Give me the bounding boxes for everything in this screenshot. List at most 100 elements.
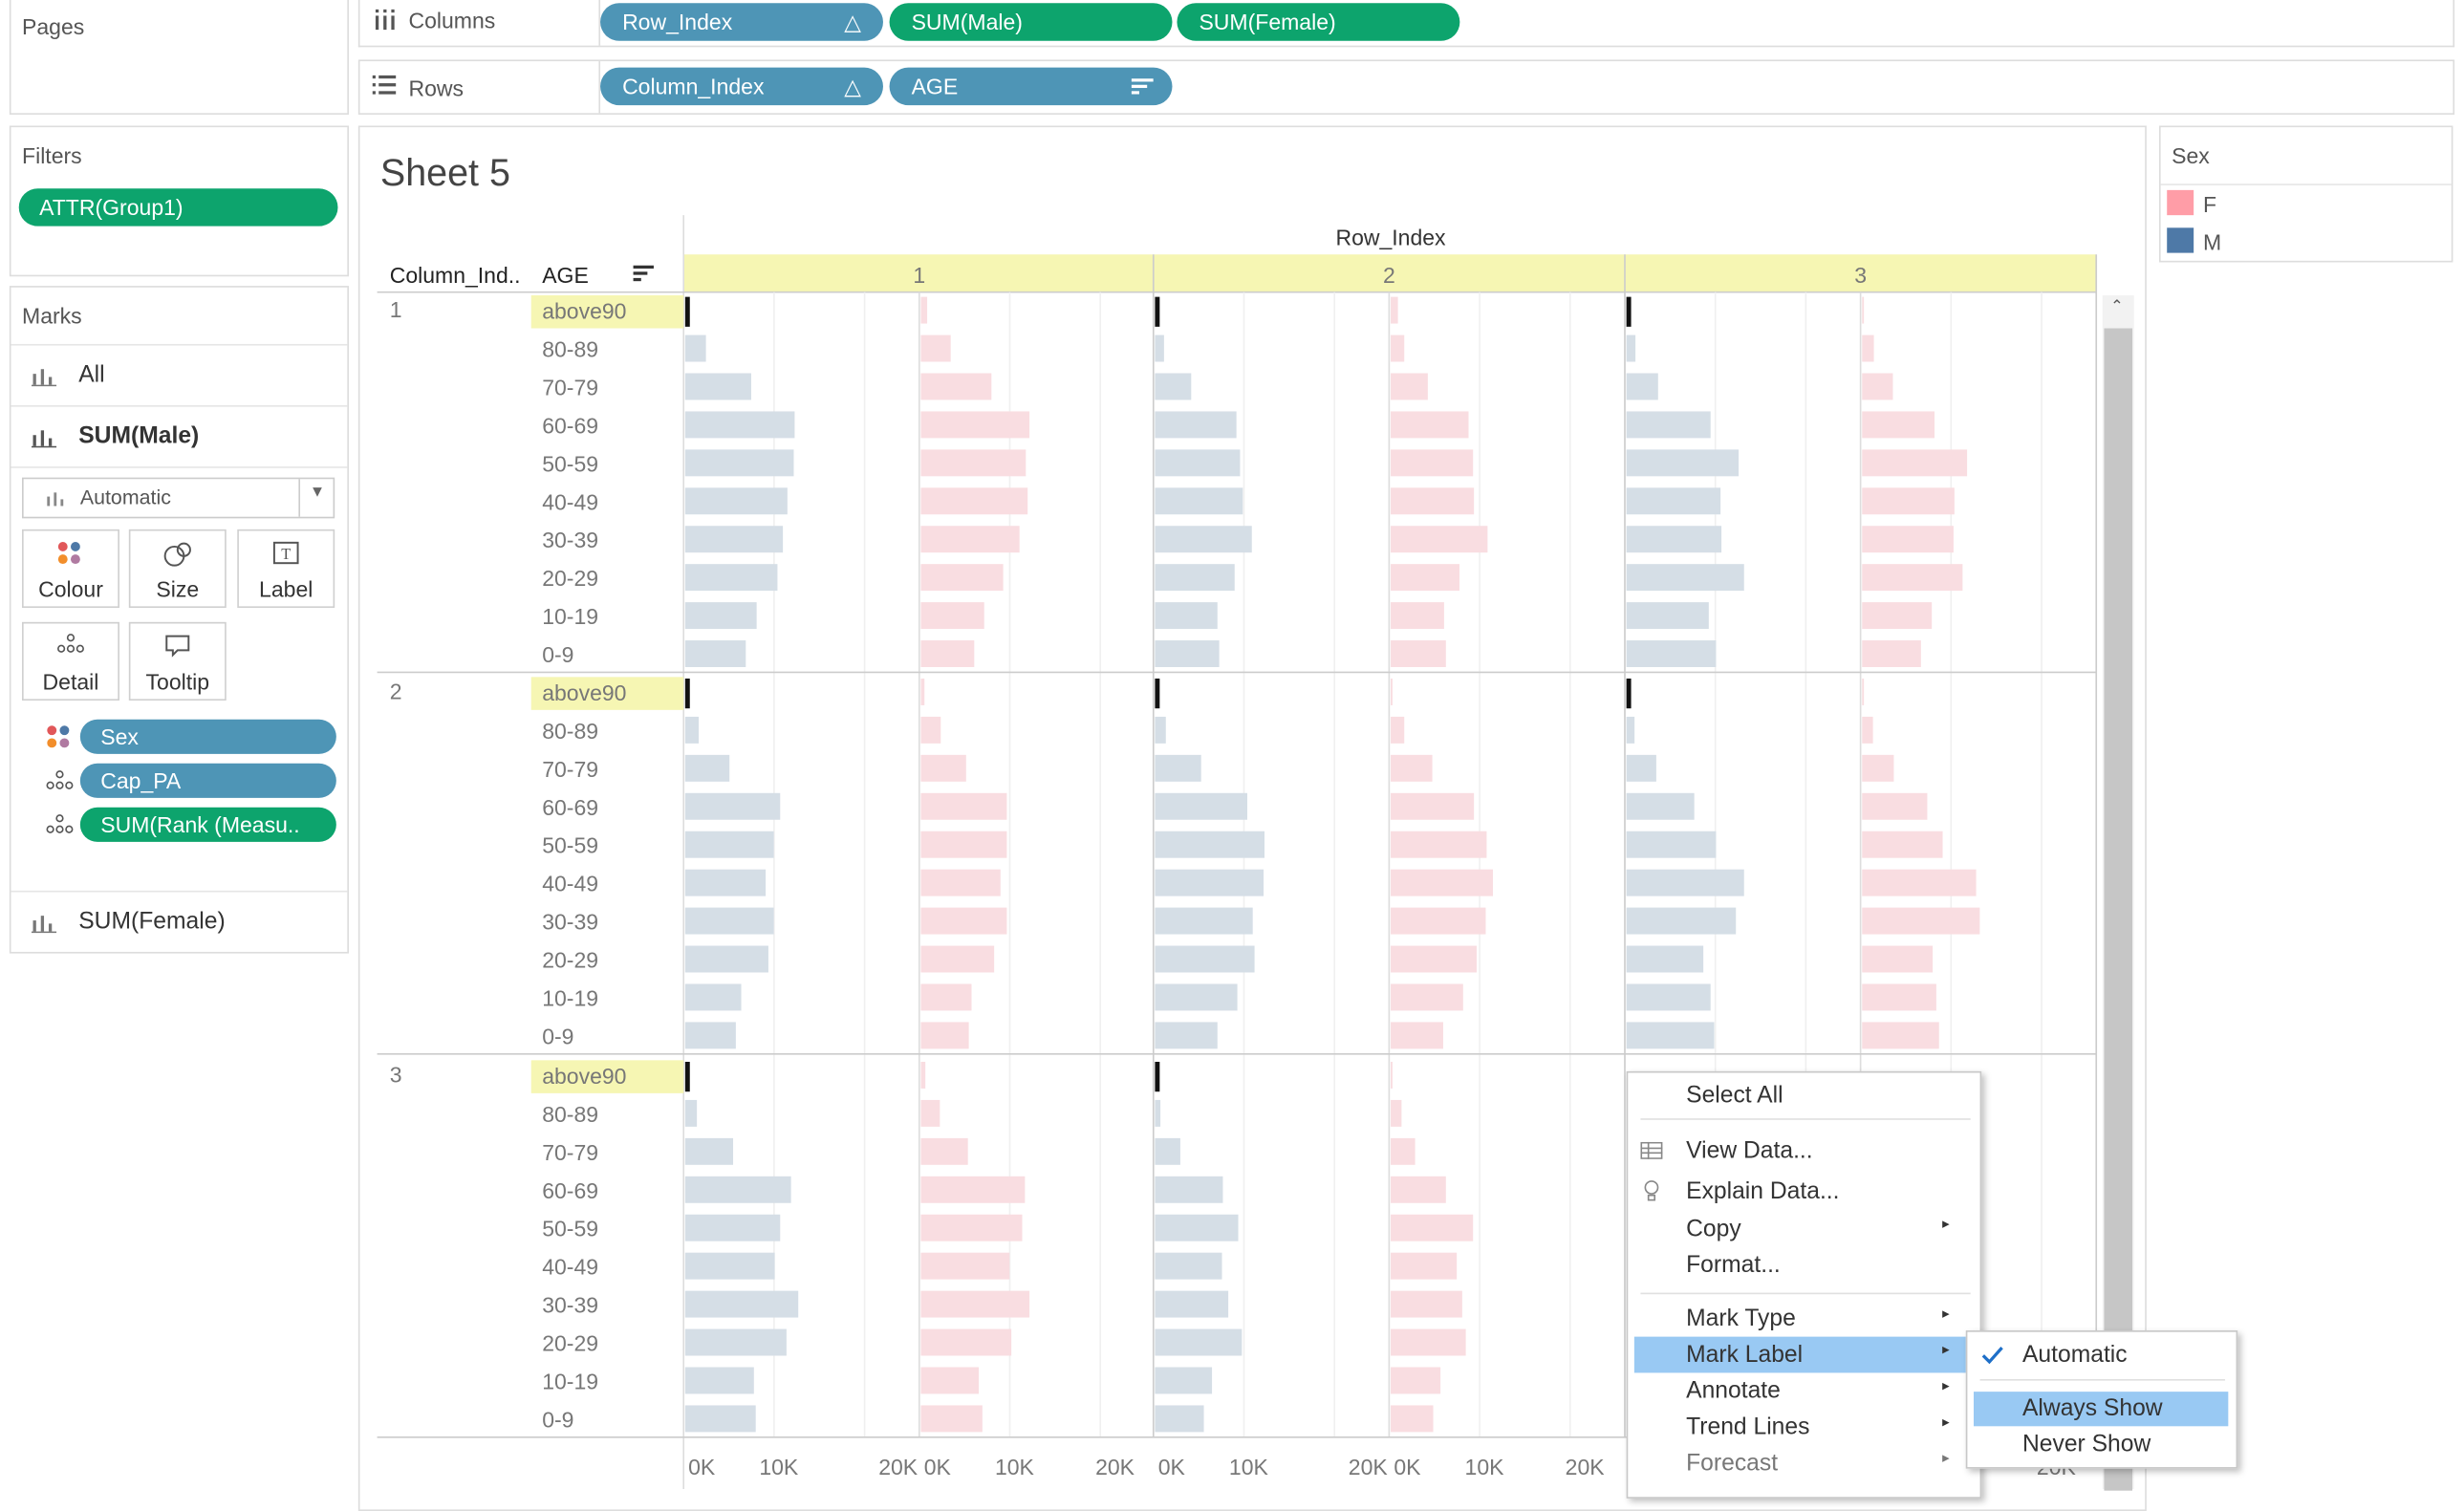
menu-format-label: Format... (1686, 1251, 1781, 1279)
age-label: 50-59 (542, 1217, 598, 1241)
male-bar (684, 792, 781, 820)
female-bar (920, 945, 995, 973)
female-bar (1862, 945, 1934, 973)
male-bar (1155, 411, 1237, 439)
mark-label-submenu: Automatic Always Show Never Show (1965, 1330, 2238, 1469)
scrollbar-thumb[interactable] (2104, 328, 2133, 1491)
male-bar (684, 831, 774, 858)
male-bar (1626, 335, 1636, 362)
male-bar (684, 1137, 734, 1165)
female-bar (1391, 754, 1433, 782)
male-bar (684, 1405, 756, 1433)
menu-mark-label[interactable]: Mark Label ▸ (1633, 1336, 1968, 1373)
age-label: 0-9 (542, 1407, 573, 1432)
male-bar (1626, 869, 1744, 896)
female-bar (1862, 449, 1968, 477)
female-bar (920, 1099, 940, 1127)
row-header-1: 1 (390, 297, 402, 322)
female-bar (920, 907, 1007, 935)
male-bar (1155, 678, 1160, 709)
female-bar (920, 373, 992, 400)
axis-tick-label: 20K (1349, 1455, 1389, 1479)
submenu-automatic[interactable]: Automatic (2022, 1342, 2128, 1369)
menu-annotate[interactable]: Annotate ▸ (1628, 1372, 1979, 1409)
female-bar (1391, 411, 1469, 439)
female-bar (1862, 983, 1936, 1011)
menu-mark-type[interactable]: Mark Type ▸ (1628, 1301, 1979, 1337)
age-label: 40-49 (542, 489, 598, 514)
female-bar (1862, 678, 1865, 705)
male-bar (684, 1214, 781, 1241)
female-bar (1391, 1328, 1466, 1356)
female-bar (1862, 411, 1935, 439)
male-bar (684, 296, 690, 327)
female-bar (1391, 296, 1398, 324)
axis-tick-label: 0K (924, 1455, 952, 1479)
female-bar (920, 602, 984, 630)
menu-forecast[interactable]: Forecast ▸ (1628, 1445, 1979, 1481)
scroll-up-icon[interactable]: ⌃ (2110, 298, 2124, 315)
menu-trend-lines[interactable]: Trend Lines ▸ (1628, 1409, 1979, 1445)
submenu-always-show[interactable]: Always Show (1973, 1392, 2229, 1427)
age-label: 30-39 (542, 910, 598, 935)
submenu-never-show[interactable]: Never Show (2022, 1431, 2151, 1457)
age-label: 30-39 (542, 528, 598, 552)
axis-tick-label: 0K (688, 1455, 716, 1479)
female-bar (1391, 487, 1475, 515)
submenu-arrow-icon: ▸ (1942, 1414, 1950, 1430)
row-header-3: 3 (390, 1062, 402, 1087)
female-bar (920, 1176, 1026, 1203)
female-bar (920, 1022, 969, 1049)
age-label: 40-49 (542, 1255, 598, 1280)
menu-copy[interactable]: Copy ▸ (1628, 1211, 1979, 1247)
male-bar (684, 869, 767, 896)
menu-select-all-label: Select All (1686, 1082, 1783, 1110)
axis-tick-label: 10K (1465, 1455, 1505, 1479)
menu-explain-data[interactable]: Explain Data... (1628, 1174, 1979, 1210)
male-bar (684, 1022, 736, 1049)
menu-forecast-label: Forecast (1686, 1449, 1779, 1477)
age-label: 10-19 (542, 1370, 598, 1394)
axis-tick-label: 0K (1394, 1455, 1421, 1479)
male-bar (1155, 487, 1243, 515)
female-bar (1391, 1099, 1402, 1127)
lightbulb-icon (1644, 1180, 1659, 1201)
menu-explain-data-label: Explain Data... (1686, 1177, 1840, 1205)
menu-format[interactable]: Format... (1628, 1247, 1979, 1284)
male-bar (1626, 945, 1704, 973)
male-bar (684, 1099, 698, 1127)
row-header-2: 2 (390, 679, 402, 703)
male-bar (684, 373, 751, 400)
female-bar (920, 983, 972, 1011)
female-bar (1391, 1062, 1393, 1089)
column-index-header: Column_Ind.. (390, 263, 521, 288)
vertical-scrollbar[interactable]: ⌃ (2102, 294, 2134, 1491)
age-label: 40-49 (542, 872, 598, 896)
female-bar (920, 1214, 1023, 1241)
male-bar (684, 335, 706, 362)
axis-tick-label: 10K (995, 1455, 1035, 1479)
submenu-always-show-label: Always Show (2021, 1394, 2163, 1422)
female-bar (920, 831, 1007, 858)
male-bar (684, 716, 700, 744)
male-bar (1155, 526, 1252, 553)
female-bar (1862, 335, 1874, 362)
male-bar (684, 1367, 754, 1394)
female-bar (1391, 1137, 1416, 1165)
female-bar (1391, 1405, 1434, 1433)
age-label: 0-9 (542, 642, 573, 667)
female-bar (1391, 335, 1405, 362)
male-bar (1626, 526, 1722, 553)
female-bar (920, 640, 975, 667)
menu-view-data[interactable]: View Data... (1628, 1133, 1979, 1169)
male-bar (1155, 1405, 1204, 1433)
male-bar (1626, 754, 1656, 782)
age-label: 20-29 (542, 1331, 598, 1356)
age-label: 80-89 (542, 719, 598, 744)
age-header: AGE (542, 263, 589, 288)
menu-select-all[interactable]: Select All (1628, 1077, 1979, 1113)
female-bar (920, 487, 1028, 515)
female-bar (1391, 640, 1446, 667)
female-bar (1391, 602, 1444, 630)
female-bar (1862, 564, 1963, 592)
